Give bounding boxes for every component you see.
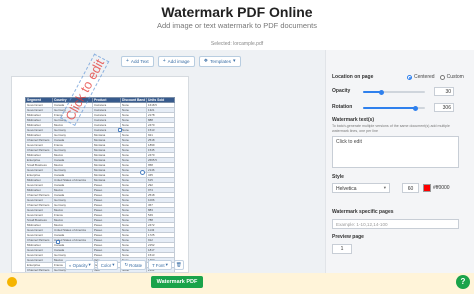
- location-options: Centered Custom: [407, 74, 464, 80]
- chevron-down-icon: ▾: [233, 58, 236, 64]
- watermark-text-input[interactable]: Click to edit: [332, 136, 459, 168]
- font-select-value: Helvetica: [336, 186, 357, 192]
- pages-label: Watermark specific pages: [332, 209, 394, 215]
- custom-radio[interactable]: [439, 74, 445, 80]
- rotation-slider-fill: [363, 107, 416, 109]
- font-select[interactable]: Helvetica ▾: [332, 183, 390, 193]
- bookmark-icon: ❖: [203, 58, 209, 64]
- location-label: Location on page: [332, 74, 374, 80]
- resize-handle[interactable]: [56, 240, 60, 244]
- delete-button[interactable]: 🗑: [173, 260, 184, 270]
- plus-icon: +: [126, 58, 129, 64]
- opacity-slider-knob[interactable]: [379, 89, 385, 95]
- editor-toolbar: + Add Text + Add image ❖ Templates ▾: [121, 56, 241, 67]
- spreadsheet-table: Segment Country Product Discount Band Un…: [25, 97, 175, 272]
- pages-input[interactable]: Example: 1-10,12,14-100: [332, 219, 459, 229]
- chevron-down-icon: ▾: [88, 262, 91, 267]
- custom-label: Custom: [446, 74, 464, 80]
- table-body: Government Canada Carretera None 1618.5 Gover…: [25, 102, 175, 272]
- rotation-label: Rotation: [332, 104, 353, 110]
- add-image-button[interactable]: + Add image: [157, 56, 195, 67]
- centered-label: Centered: [414, 74, 435, 80]
- font-button-label: Font: [155, 262, 165, 268]
- table-cell: Channel Partners: [25, 267, 53, 272]
- page-title: Watermark PDF Online: [161, 4, 313, 20]
- rotation-input[interactable]: 306: [434, 103, 454, 112]
- column-header: Discount Band: [120, 97, 147, 103]
- chevron-down-icon: ▾: [112, 262, 115, 267]
- rotate-handle[interactable]: [140, 170, 145, 175]
- chat-icon[interactable]: [7, 277, 17, 287]
- color-hex-value[interactable]: #ff0000: [433, 185, 450, 191]
- chevron-down-icon: ▾: [165, 262, 168, 267]
- settings-panel: Location on page Centered Custom Opacity…: [325, 50, 474, 273]
- table-cell: Channel Partners: [25, 147, 53, 153]
- rotate-button[interactable]: ↻ Rotate: [120, 260, 147, 270]
- document-canvas: + Add Text + Add image ❖ Templates ▾ Seg…: [0, 50, 325, 273]
- table-row: Channel Partners Germany Montana None 1545: [25, 147, 175, 153]
- watermark-text-label: Watermark text(s): [332, 117, 375, 123]
- watermark-pdf-button[interactable]: Watermark PDF: [151, 276, 203, 288]
- font-size-input[interactable]: 60: [402, 183, 419, 193]
- page-subtitle: Add image or text watermark to PDF docum…: [156, 21, 318, 30]
- preview-page-input[interactable]: 1: [332, 244, 352, 254]
- selected-file-label: Selected: lorcample.pdf: [210, 41, 264, 47]
- plus-icon: +: [162, 58, 166, 64]
- table-row: Channel Partners Canada Montana None 2518: [25, 137, 175, 143]
- resize-handle[interactable]: [118, 128, 122, 132]
- table-row: Channel Partners United States of America…: [25, 237, 175, 243]
- rotate-icon: ↻: [124, 262, 129, 267]
- opacity-button[interactable]: ◐ Opacity ▾: [65, 260, 95, 270]
- color-button-label: Color: [100, 262, 112, 268]
- table-row: Channel Partners Germany Paseo None 367: [25, 202, 175, 208]
- style-label: Style: [332, 174, 344, 180]
- rotation-slider-knob[interactable]: [413, 105, 419, 111]
- centered-radio[interactable]: [407, 74, 412, 80]
- table-cell: Channel Partners: [25, 237, 53, 243]
- watermark-text-hint: To batch-generate multiple versions of t…: [332, 124, 450, 133]
- templates-label: Templates: [210, 59, 232, 64]
- chevron-down-icon: ▾: [383, 185, 386, 190]
- rotate-button-label: Rotate: [129, 262, 143, 268]
- pdf-page-preview: Segment Country Product Discount Band Un…: [11, 76, 189, 273]
- opacity-input[interactable]: 30: [434, 87, 454, 96]
- table-cell: Channel Partners: [25, 202, 53, 208]
- trash-icon: 🗑: [176, 262, 182, 267]
- font-icon: T: [152, 262, 155, 268]
- footer-bar: [0, 273, 474, 294]
- watermark-toolbar: ◐ Opacity ▾ Color ▾ ↻ Rotate T Font ▾ 🗑: [65, 260, 184, 270]
- opacity-icon: ◐: [69, 262, 72, 268]
- help-button[interactable]: ?: [456, 275, 470, 289]
- templates-button[interactable]: ❖ Templates ▾: [198, 56, 241, 67]
- color-button[interactable]: Color ▾: [96, 260, 119, 270]
- table-cell: Channel Partners: [25, 137, 53, 143]
- table-cell: Channel Partners: [25, 192, 53, 198]
- color-swatch[interactable]: [423, 184, 431, 192]
- opacity-label: Opacity: [332, 88, 351, 94]
- add-text-button[interactable]: + Add Text: [121, 56, 154, 67]
- add-image-label: Add image: [167, 59, 190, 64]
- page-header: Watermark PDF Online Add image or text w…: [0, 0, 474, 50]
- opacity-button-label: Opacity: [72, 262, 88, 268]
- font-button[interactable]: T Font ▾: [148, 260, 172, 270]
- table-row: Channel Partners Canada Paseo None 2518: [25, 192, 175, 198]
- add-text-label: Add Text: [130, 59, 149, 64]
- preview-page-label: Preview page: [332, 234, 364, 240]
